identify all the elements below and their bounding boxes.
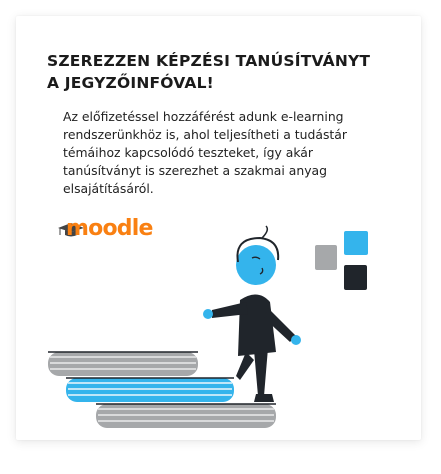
grey-square [315,245,337,270]
blue-square [344,231,368,255]
student-illustration [48,225,368,428]
dark-square [344,265,367,290]
person-figure [203,225,301,402]
